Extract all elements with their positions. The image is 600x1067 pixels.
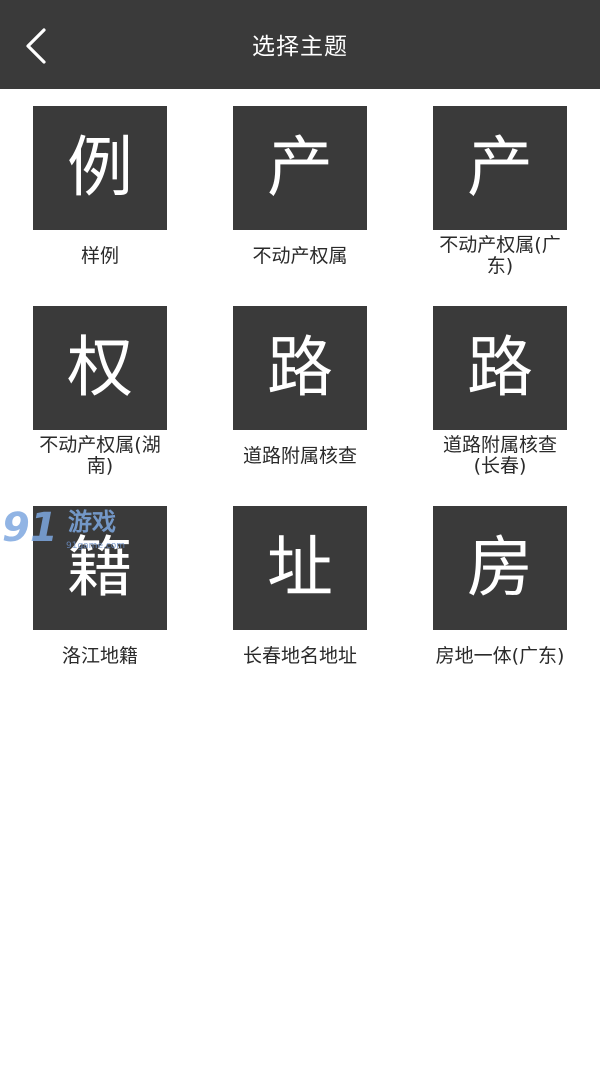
theme-item[interactable]: 产 不动产权属(广东) bbox=[400, 106, 600, 306]
theme-tile: 产 bbox=[233, 106, 367, 230]
theme-glyph: 产 bbox=[267, 129, 333, 206]
theme-tile: 籍 bbox=[33, 506, 167, 630]
theme-tile: 例 bbox=[33, 106, 167, 230]
theme-glyph: 权 bbox=[67, 329, 133, 406]
theme-label: 房地一体(广东) bbox=[435, 644, 565, 667]
theme-label: 不动产权属 bbox=[252, 244, 348, 267]
theme-label: 样例 bbox=[80, 244, 119, 267]
theme-tile: 路 bbox=[233, 306, 367, 430]
theme-glyph: 房 bbox=[467, 529, 533, 606]
theme-tile: 址 bbox=[233, 506, 367, 630]
theme-item[interactable]: 权 不动产权属(湖南) bbox=[0, 306, 200, 506]
theme-label: 洛江地籍 bbox=[61, 644, 138, 667]
theme-grid: 例 样例 产 不动产权属 产 不动产权属(广东) 权 不动产权属(湖南) 路 道… bbox=[0, 106, 600, 706]
theme-glyph: 籍 bbox=[67, 529, 133, 606]
theme-label: 道路附属核查(长春) bbox=[442, 435, 557, 477]
theme-item[interactable]: 产 不动产权属 bbox=[200, 106, 400, 306]
theme-label: 道路附属核查 bbox=[242, 444, 357, 467]
top-bar: 选择主题 bbox=[0, 0, 600, 89]
theme-tile: 权 bbox=[33, 306, 167, 430]
theme-glyph: 例 bbox=[67, 129, 133, 206]
theme-tile: 路 bbox=[433, 306, 567, 430]
theme-glyph: 址 bbox=[267, 529, 333, 606]
theme-item[interactable]: 路 道路附属核查(长春) bbox=[400, 306, 600, 506]
theme-item[interactable]: 址 长春地名地址 bbox=[200, 506, 400, 706]
theme-glyph: 产 bbox=[467, 129, 533, 206]
theme-label: 长春地名地址 bbox=[242, 644, 357, 667]
theme-label: 不动产权属(湖南) bbox=[39, 435, 161, 477]
theme-tile: 房 bbox=[433, 506, 567, 630]
theme-item[interactable]: 籍 洛江地籍 bbox=[0, 506, 200, 706]
chevron-left-icon bbox=[26, 28, 46, 64]
theme-glyph: 路 bbox=[467, 329, 533, 406]
theme-label: 不动产权属(广东) bbox=[439, 235, 561, 277]
theme-item[interactable]: 例 样例 bbox=[0, 106, 200, 306]
theme-glyph: 路 bbox=[267, 329, 333, 406]
theme-picker-screen: 选择主题 例 样例 产 不动产权属 产 不动产权属(广东) 权 不动产权属(湖南… bbox=[0, 0, 600, 1067]
page-title: 选择主题 bbox=[252, 34, 348, 60]
theme-item[interactable]: 路 道路附属核查 bbox=[200, 306, 400, 506]
back-button[interactable] bbox=[14, 20, 60, 72]
theme-item[interactable]: 房 房地一体(广东) bbox=[400, 506, 600, 706]
theme-tile: 产 bbox=[433, 106, 567, 230]
